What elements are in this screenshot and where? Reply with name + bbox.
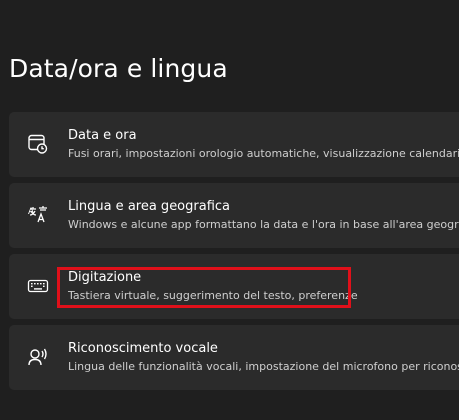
- settings-item-date-time[interactable]: Data e ora Fusi orari, impostazioni orol…: [9, 112, 459, 177]
- settings-item-label: Riconoscimento vocale: [68, 341, 218, 356]
- settings-item-typing[interactable]: Digitazione Tastiera virtuale, suggerime…: [9, 254, 459, 319]
- settings-item-description: Lingua delle funzionalità vocali, impost…: [68, 360, 459, 373]
- settings-item-description: Fusi orari, impostazioni orologio automa…: [68, 147, 459, 160]
- settings-item-description: Windows e alcune app formattano la data …: [68, 218, 459, 231]
- calendar-clock-icon: [27, 133, 49, 155]
- settings-item-label: Data e ora: [68, 128, 137, 143]
- settings-item-description: Tastiera virtuale, suggerimento del test…: [68, 289, 358, 302]
- settings-item-label: Digitazione: [68, 270, 142, 285]
- language-icon: A: [27, 204, 49, 226]
- page-title: Data/ora e lingua: [9, 54, 228, 83]
- speech-recognition-icon: [27, 346, 49, 368]
- settings-item-label: Lingua e area geografica: [68, 199, 231, 214]
- settings-item-language-region[interactable]: A Lingua e area geografica Windows e alc…: [9, 183, 459, 248]
- settings-item-speech[interactable]: Riconoscimento vocale Lingua delle funzi…: [9, 325, 459, 390]
- settings-page: Data/ora e lingua Data e ora Fusi orari,…: [0, 0, 459, 420]
- keyboard-icon: [27, 275, 49, 297]
